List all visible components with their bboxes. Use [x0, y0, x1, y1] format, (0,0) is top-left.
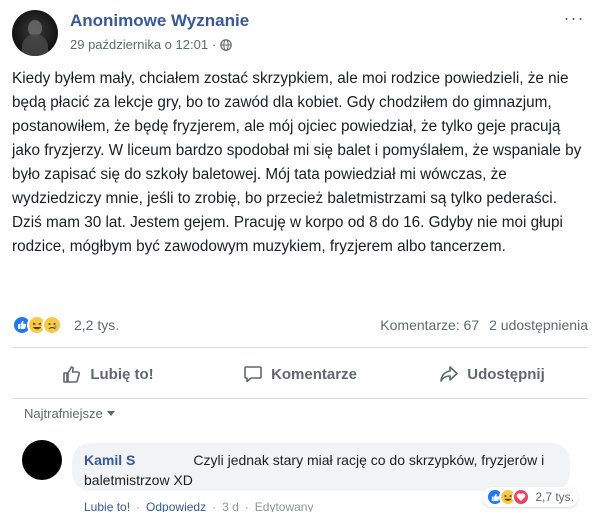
separator: ·: [244, 500, 249, 512]
commenter-avatar[interactable]: [22, 440, 62, 480]
share-icon: [440, 366, 459, 382]
comment-button[interactable]: Komentarze: [204, 357, 396, 391]
globe-icon[interactable]: [220, 38, 233, 51]
reactions-bar: 2,2 tys. Komentarze: 67 2 udostępnienia: [12, 313, 588, 337]
page-name-link[interactable]: Anonimowe Wyznanie: [70, 11, 249, 31]
sort-label: Najtrafniejsze: [24, 406, 103, 421]
love-reaction-icon: [512, 488, 531, 506]
like-button[interactable]: Lubię to!: [12, 357, 204, 391]
post-header: Anonimowe Wyznanie 29 października o 12:…: [12, 8, 588, 58]
comment-edited-label[interactable]: Edytowany: [255, 500, 314, 512]
post-meta: 29 października o 12:01 ·: [70, 37, 233, 52]
separator: ·: [136, 500, 141, 512]
thumbs-up-icon: [63, 366, 81, 383]
reaction-icons[interactable]: [12, 315, 62, 335]
like-button-label: Lubię to!: [90, 365, 154, 383]
caret-down-icon: [106, 411, 115, 416]
post-actions: Lubię to! Komentarze Udostępnij: [12, 357, 588, 391]
comment-reply-link[interactable]: Odpowiedz: [146, 500, 206, 512]
comment-icon: [244, 366, 262, 383]
comment-text: Czyli jednak stary miał rację co do skrz…: [84, 452, 545, 488]
reaction-count[interactable]: 2,2 tys.: [74, 317, 119, 333]
comment-actions: Lubię to! · Odpowiedz · 3 d · Edytowany: [84, 500, 313, 512]
comment-sort-dropdown[interactable]: Najtrafniejsze: [24, 406, 115, 421]
comment-bubble: Kamil S Czyli jednak stary miał rację co …: [72, 443, 570, 491]
separator: ·: [212, 500, 217, 512]
comment-like-link[interactable]: Lubię to!: [84, 500, 130, 512]
divider: [12, 347, 588, 348]
comment-reaction-count: 2,7 tys.: [535, 490, 574, 504]
meta-separator: ·: [212, 37, 217, 52]
more-options-button[interactable]: ···: [562, 9, 586, 30]
post-date[interactable]: 29 października o 12:01: [70, 37, 208, 52]
post-body: Kiedy byłem mały, chciałem zostać skrzyp…: [12, 67, 592, 259]
post-paragraph: Dziś mam 30 lat. Jestem gejem. Pracuję w…: [12, 214, 563, 255]
comment-author-link[interactable]: Kamil S: [84, 452, 135, 468]
divider: [12, 398, 588, 399]
page-avatar[interactable]: [12, 10, 58, 56]
post-stats: Komentarze: 67 2 udostępnienia: [380, 317, 588, 333]
share-button[interactable]: Udostępnij: [396, 357, 588, 391]
comments-count-link[interactable]: Komentarze: 67: [380, 317, 479, 333]
comment-reactions[interactable]: 2,7 tys.: [482, 487, 578, 507]
comment-age[interactable]: 3 d: [222, 500, 239, 512]
sad-reaction-icon: [42, 315, 62, 335]
avatar-figure-body: [22, 34, 48, 56]
post-paragraph: Kiedy byłem mały, chciałem zostać skrzyp…: [12, 70, 582, 207]
comment-button-label: Komentarze: [271, 365, 357, 383]
shares-count-link[interactable]: 2 udostępnienia: [489, 317, 588, 333]
share-button-label: Udostępnij: [467, 365, 545, 383]
